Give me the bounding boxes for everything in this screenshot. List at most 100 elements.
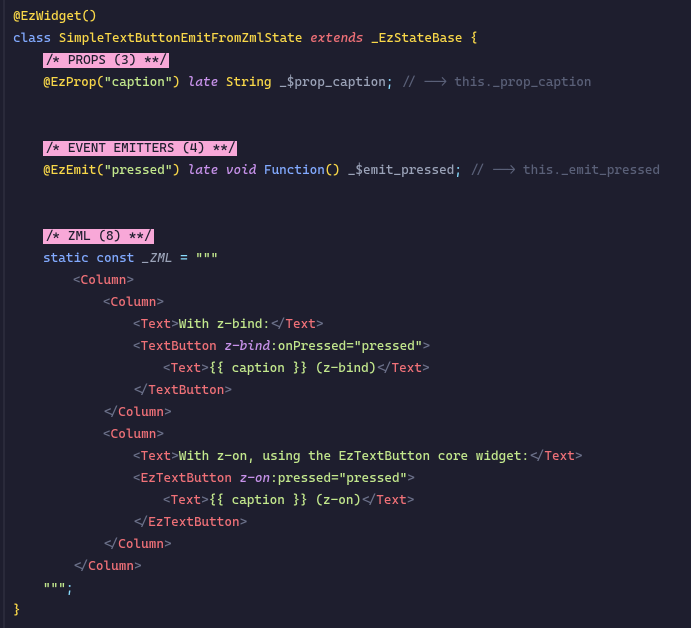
zml-tag: Column bbox=[111, 295, 157, 310]
zml-tag: < bbox=[163, 493, 171, 508]
blank-line bbox=[13, 182, 683, 204]
zml-tag: Column bbox=[111, 427, 157, 442]
code-line: </Column> bbox=[13, 402, 683, 424]
keyword-extends: extends bbox=[310, 31, 363, 46]
blank-line bbox=[13, 204, 683, 226]
type-string: String bbox=[218, 75, 271, 90]
zml-tag: Column bbox=[118, 537, 164, 552]
zml-tag: > bbox=[171, 449, 179, 464]
zml-tag: > bbox=[156, 295, 164, 310]
code-line: <Column> bbox=[13, 292, 683, 314]
code-line: <Text>{{ caption }} (z-bind)</Text> bbox=[13, 358, 683, 380]
code-line: <Text>With z-on, using the EzTextButton … bbox=[13, 446, 683, 468]
zml-text: {{ caption }} (z-on) bbox=[209, 493, 361, 508]
zml-tag: > bbox=[156, 427, 164, 442]
base-class: _EzStateBase bbox=[371, 31, 462, 46]
code-block: @EzWidget() class SimpleTextButtonEmitFr… bbox=[3, 0, 691, 628]
zml-tag: > bbox=[171, 317, 179, 332]
zml-tag: < bbox=[133, 449, 141, 464]
code-line: </EzTextButton> bbox=[13, 512, 683, 534]
zml-tag: EzTextButton bbox=[141, 471, 240, 486]
section-comment-props: /* PROPS (3) **/ bbox=[43, 53, 169, 68]
zml-tag: Column bbox=[81, 273, 127, 288]
zml-tag: < bbox=[133, 339, 141, 354]
keyword-class: class bbox=[13, 31, 51, 46]
zml-tag: Text bbox=[171, 361, 201, 376]
zml-tag: </ bbox=[529, 449, 544, 464]
zml-attr-val: "pressed" bbox=[354, 339, 423, 354]
zml-tag: > bbox=[164, 537, 172, 552]
zml-tag: Text bbox=[171, 493, 201, 508]
code-line: </Column> bbox=[13, 556, 683, 578]
zml-tag: > bbox=[240, 515, 248, 530]
zml-tag: < bbox=[103, 427, 111, 442]
zml-tag: </ bbox=[103, 405, 118, 420]
zml-tag: EzTextButton bbox=[148, 515, 239, 530]
zml-tag: TextButton bbox=[141, 339, 225, 354]
zml-tag: Column bbox=[118, 405, 164, 420]
zml-tag: < bbox=[163, 361, 171, 376]
zml-tag: </ bbox=[270, 317, 285, 332]
zml-tag: Column bbox=[88, 559, 134, 574]
paren-close: ) bbox=[173, 163, 181, 178]
section-comment-emitters: /* EVENT EMITTERS (4) **/ bbox=[43, 141, 237, 156]
code-line: @EzEmit("pressed") late void Function() … bbox=[13, 160, 683, 182]
zml-attr: :onPressed= bbox=[270, 339, 354, 354]
code-line: /* PROPS (3) **/ bbox=[13, 50, 683, 72]
code-line: <EzTextButton z-on:pressed="pressed"> bbox=[13, 468, 683, 490]
code-line: /* ZML (8) **/ bbox=[13, 226, 683, 248]
blank-line bbox=[13, 116, 683, 138]
code-line: /* EVENT EMITTERS (4) **/ bbox=[13, 138, 683, 160]
code-line: @EzWidget() bbox=[13, 6, 683, 28]
zml-tag: > bbox=[575, 449, 583, 464]
zml-tag: Text bbox=[544, 449, 574, 464]
keyword-const: const bbox=[89, 251, 135, 266]
code-line: <Text>With z-bind:</Text> bbox=[13, 314, 683, 336]
zml-tag: > bbox=[316, 317, 324, 332]
keyword-static: static bbox=[43, 251, 89, 266]
zml-tag: Text bbox=[376, 493, 406, 508]
code-line: <Text>{{ caption }} (z-on)</Text> bbox=[13, 490, 683, 512]
zml-tag: > bbox=[422, 361, 430, 376]
string-open: """ bbox=[195, 251, 218, 266]
zml-tag: < bbox=[133, 471, 141, 486]
variable: _$prop_caption bbox=[279, 75, 386, 90]
brace-close: } bbox=[13, 603, 21, 618]
zml-tag: </ bbox=[103, 537, 118, 552]
zml-tag: < bbox=[73, 273, 81, 288]
code-line: } bbox=[13, 600, 683, 622]
code-line: @EzProp("caption") late String _$prop_ca… bbox=[13, 72, 683, 94]
keyword-late: late bbox=[180, 75, 218, 90]
zml-tag: > bbox=[126, 273, 134, 288]
zml-tag: </ bbox=[361, 493, 376, 508]
zml-tag: > bbox=[407, 493, 415, 508]
variable: _$emit_pressed bbox=[348, 163, 455, 178]
string-literal: "caption" bbox=[104, 75, 173, 90]
zml-text: With z-bind: bbox=[179, 317, 270, 332]
zml-attr-val: "pressed" bbox=[339, 471, 408, 486]
class-name: SimpleTextButtonEmitFromZmlState bbox=[59, 31, 303, 46]
code-line: </Column> bbox=[13, 534, 683, 556]
zml-tag: < bbox=[103, 295, 111, 310]
zml-tag: > bbox=[201, 493, 209, 508]
type-void: void bbox=[218, 163, 256, 178]
zml-tag: </ bbox=[133, 383, 148, 398]
code-line: static const _ZML = """ bbox=[13, 248, 683, 270]
zml-tag: > bbox=[224, 383, 232, 398]
parens: () bbox=[325, 163, 340, 178]
paren-open: ( bbox=[96, 163, 104, 178]
zml-text: {{ caption }} (z-bind) bbox=[209, 361, 377, 376]
paren-close: ) bbox=[173, 75, 181, 90]
zml-tag: > bbox=[407, 471, 415, 486]
zml-attr: z-on bbox=[240, 471, 270, 486]
zml-tag: < bbox=[133, 317, 141, 332]
annotation-ezprop: @EzProp bbox=[43, 75, 96, 90]
string-close: """ bbox=[43, 581, 66, 596]
code-line: """; bbox=[13, 578, 683, 600]
zml-tag: </ bbox=[376, 361, 391, 376]
type-function: Function bbox=[256, 163, 325, 178]
zml-attr: :pressed= bbox=[270, 471, 339, 486]
zml-tag: > bbox=[134, 559, 142, 574]
equals: = bbox=[173, 251, 196, 266]
zml-tag: > bbox=[201, 361, 209, 376]
